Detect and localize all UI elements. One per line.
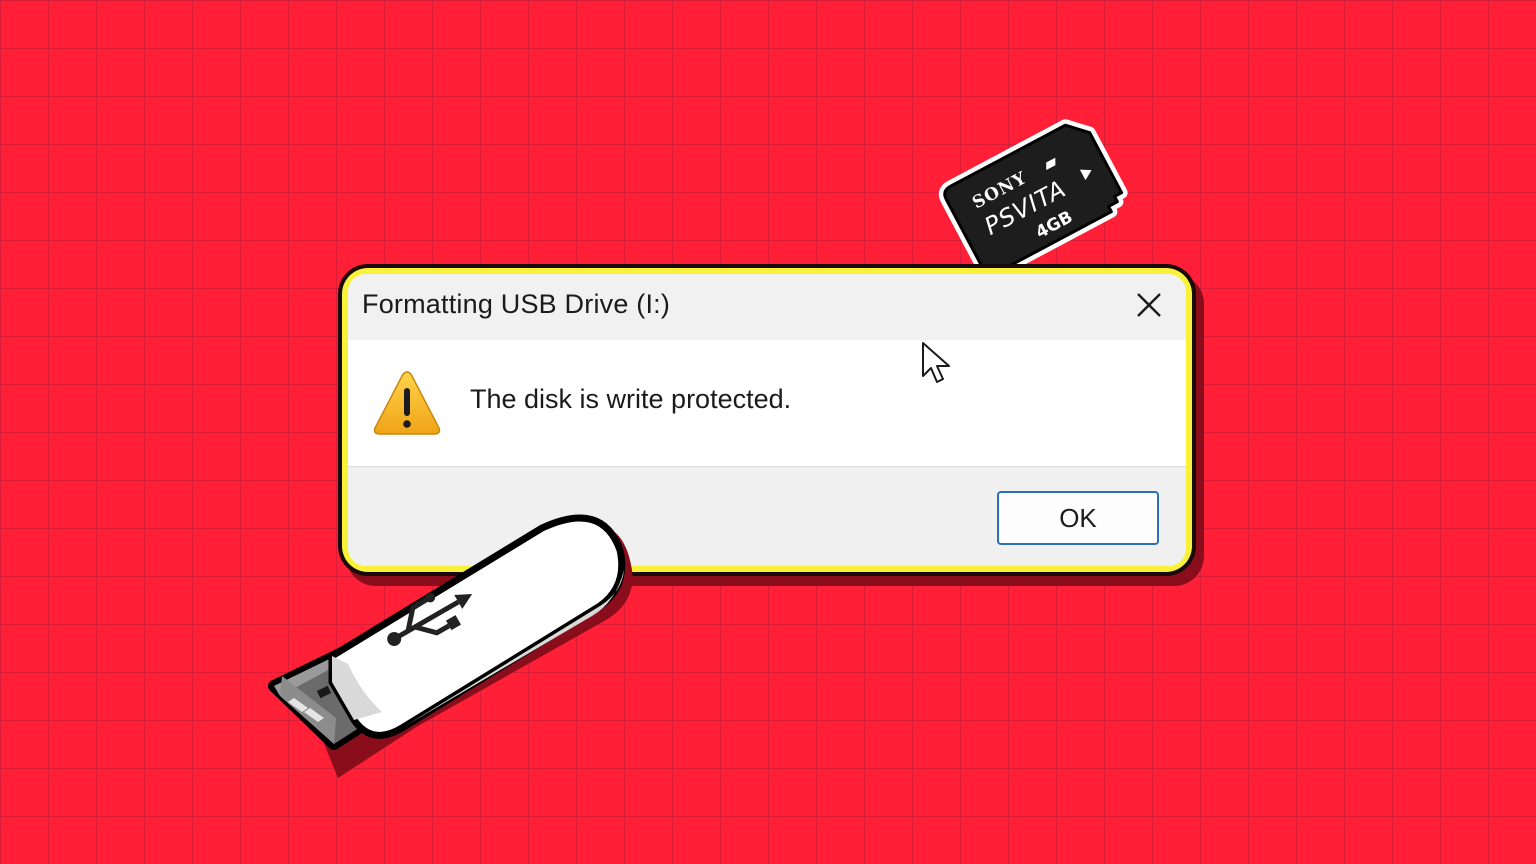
- dialog-message: The disk is write protected.: [470, 384, 792, 414]
- mouse-pointer-icon: [922, 342, 950, 383]
- dialog-titlebar[interactable]: Formatting USB Drive (I:): [348, 274, 1186, 340]
- dialog-title: Formatting USB Drive (I:): [362, 289, 671, 319]
- usb-drive-illustration: [262, 506, 642, 796]
- memory-card-illustration: SONY ▰ PSVITA 4GB: [928, 80, 1156, 270]
- close-button[interactable]: [1112, 274, 1186, 340]
- ok-button[interactable]: OK: [997, 491, 1159, 545]
- close-icon: [1137, 293, 1161, 317]
- warning-icon: [373, 371, 441, 435]
- dialog-content: The disk is write protected.: [348, 340, 1186, 466]
